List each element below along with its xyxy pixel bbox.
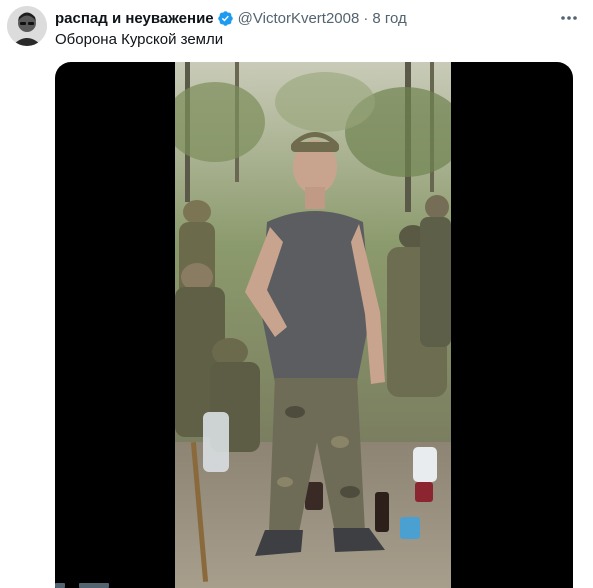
author-name[interactable]: распад и неуважение <box>55 10 214 27</box>
video-frame-image <box>175 62 451 588</box>
avatar[interactable] <box>7 6 47 46</box>
tweet-card[interactable]: распад и неуважение @VictorKvert2008 · 8… <box>0 0 593 588</box>
avatar-image <box>7 6 47 46</box>
author-handle[interactable]: @VictorKvert2008 <box>238 10 360 27</box>
more-options-icon[interactable] <box>559 10 579 26</box>
action-bar-partial <box>55 583 109 588</box>
separator-dot: · <box>363 9 369 27</box>
verified-badge-icon <box>217 10 233 26</box>
tweet-header: распад и неуважение @VictorKvert2008 · 8… <box>55 8 407 28</box>
timestamp[interactable]: 8 год <box>372 10 406 27</box>
tweet-text: Оборона Курской земли <box>55 31 224 48</box>
tweet-video[interactable] <box>55 62 573 588</box>
